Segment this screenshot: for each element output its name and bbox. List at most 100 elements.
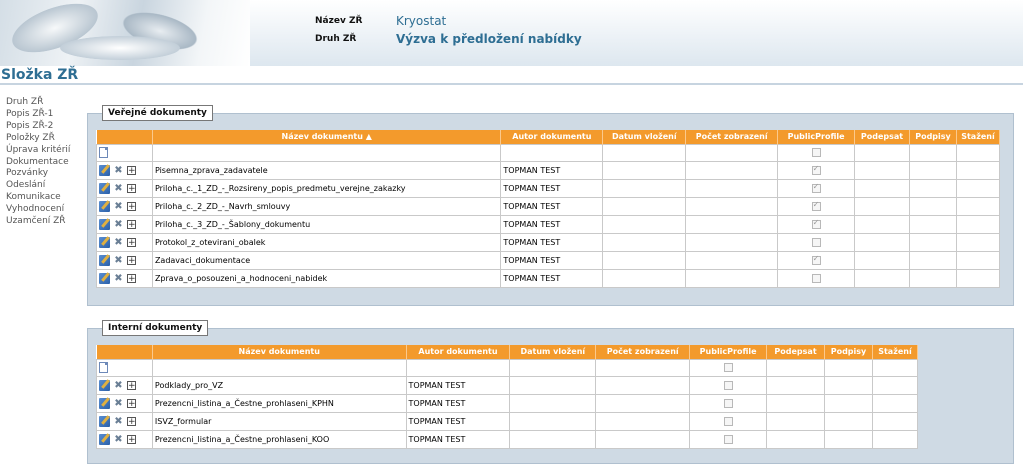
expand-icon[interactable]: + xyxy=(127,434,136,444)
column-header-signatures[interactable]: Podpisy xyxy=(909,130,957,144)
public-profile-checkbox[interactable] xyxy=(723,398,733,408)
column-header-name[interactable]: Název dokumentu ▲ xyxy=(152,130,502,144)
edit-icon[interactable] xyxy=(99,379,110,391)
expand-icon[interactable]: + xyxy=(127,380,136,390)
sidebar-item-dokumentace[interactable]: Dokumentace xyxy=(6,157,86,169)
sidebar-item-uzamceni[interactable]: Uzamčení ZŘ xyxy=(6,216,86,228)
document-views xyxy=(595,411,691,431)
expand-icon[interactable]: + xyxy=(127,416,136,426)
expand-icon[interactable]: + xyxy=(127,219,136,229)
edit-icon[interactable] xyxy=(99,236,110,248)
expand-icon[interactable]: + xyxy=(127,183,136,193)
edit-icon[interactable] xyxy=(99,433,110,445)
document-name[interactable]: Pisemna_zprava_zadavatele xyxy=(151,160,502,180)
delete-icon[interactable]: ✖ xyxy=(113,416,124,427)
public-profile-checkbox[interactable] xyxy=(811,182,821,193)
edit-icon[interactable] xyxy=(99,200,110,212)
public-profile-checkbox[interactable] xyxy=(723,380,733,390)
column-header-name[interactable]: Název dokumentu xyxy=(152,345,407,359)
document-name[interactable]: Podklady_pro_VZ xyxy=(151,375,407,395)
sidebar-item-pozvanky[interactable]: Pozvánky xyxy=(6,168,86,180)
column-header-date[interactable]: Datum vložení xyxy=(602,130,687,144)
delete-icon[interactable]: ✖ xyxy=(113,183,124,194)
table-header-row: Název dokumentu Autor dokumentu Datum vl… xyxy=(96,345,919,359)
expand-icon[interactable]: + xyxy=(127,237,136,247)
column-header-public-profile[interactable]: PublicProfile xyxy=(689,345,768,359)
document-sign xyxy=(854,250,910,270)
delete-icon[interactable]: ✖ xyxy=(113,380,124,391)
expand-icon[interactable]: + xyxy=(127,398,136,408)
row-actions: ✖ + xyxy=(96,429,153,449)
document-author: TOPMAN TEST xyxy=(500,196,604,216)
sidebar-item-popis-1[interactable]: Popis ZŘ-1 xyxy=(6,109,86,121)
public-profile-checkbox[interactable] xyxy=(723,363,733,372)
document-author: TOPMAN TEST xyxy=(500,214,604,234)
expand-icon[interactable]: + xyxy=(127,201,136,211)
column-header-views[interactable]: Počet zobrazení xyxy=(595,345,691,359)
public-profile-checkbox[interactable] xyxy=(723,434,733,444)
edit-icon[interactable] xyxy=(99,272,110,284)
delete-icon[interactable]: ✖ xyxy=(113,398,124,409)
document-name[interactable]: Protokol_z_otevirani_obalek xyxy=(151,232,502,252)
public-profile-checkbox[interactable] xyxy=(811,254,821,265)
edit-icon[interactable] xyxy=(99,254,110,266)
document-name[interactable]: Priloha_c._3_ZD_-_Šablony_dokumentu xyxy=(151,214,502,234)
edit-icon[interactable] xyxy=(99,218,110,230)
column-header-author[interactable]: Autor dokumentu xyxy=(406,345,511,359)
delete-icon[interactable]: ✖ xyxy=(113,434,124,445)
document-name[interactable]: Priloha_c._1_ZD_-_Rozsireny_popis_predme… xyxy=(151,178,502,198)
sidebar-item-odeslani[interactable]: Odeslání xyxy=(6,180,86,192)
document-name[interactable]: Zprava_o_posouzeni_a_hodnoceni_nabidek xyxy=(151,268,502,288)
expand-icon[interactable]: + xyxy=(127,165,136,175)
public-profile-checkbox[interactable] xyxy=(811,148,821,157)
edit-icon[interactable] xyxy=(99,164,110,176)
delete-icon[interactable]: ✖ xyxy=(113,237,124,248)
edit-icon[interactable] xyxy=(99,415,110,427)
expand-icon[interactable]: + xyxy=(127,255,136,265)
column-header-author[interactable]: Autor dokumentu xyxy=(500,130,604,144)
column-header-downloads[interactable]: Stažení xyxy=(956,130,1001,144)
document-name[interactable]: Zadavaci_dokumentace xyxy=(151,250,502,270)
public-profile-checkbox[interactable] xyxy=(811,218,821,229)
column-header-date[interactable]: Datum vložení xyxy=(509,345,597,359)
column-header-sign[interactable]: Podepsat xyxy=(854,130,910,144)
document-name[interactable]: Prezencni_listina_a_Čestne_prohlaseni_KO… xyxy=(151,429,407,449)
sidebar-item-uprava-kriterii[interactable]: Úprava kritérií xyxy=(6,145,86,157)
document-name[interactable]: ISVZ_formular xyxy=(151,411,407,431)
delete-icon[interactable]: ✖ xyxy=(113,165,124,176)
delete-icon[interactable]: ✖ xyxy=(113,219,124,230)
sidebar-item-popis-2[interactable]: Popis ZŘ-2 xyxy=(6,121,86,133)
sidebar-item-polozky[interactable]: Položky ZŘ xyxy=(6,133,86,145)
public-documents-legend: Veřejné dokumenty xyxy=(102,105,213,121)
public-profile-checkbox[interactable] xyxy=(723,416,733,426)
public-profile-checkbox[interactable] xyxy=(811,164,821,175)
sidebar-item-druh[interactable]: Druh ZŘ xyxy=(6,97,86,109)
sidebar-item-komunikace[interactable]: Komunikace xyxy=(6,192,86,204)
public-profile-checkbox[interactable] xyxy=(811,237,821,247)
edit-icon[interactable] xyxy=(99,182,110,194)
row-actions: ✖ + xyxy=(96,411,153,431)
public-profile-checkbox[interactable] xyxy=(811,200,821,211)
sidebar-item-vyhodnoceni[interactable]: Vyhodnocení xyxy=(6,204,86,216)
public-profile-checkbox[interactable] xyxy=(811,273,821,283)
column-header-sign[interactable]: Podepsat xyxy=(766,345,826,359)
delete-icon[interactable]: ✖ xyxy=(113,255,124,266)
expand-icon[interactable]: + xyxy=(127,273,136,283)
new-document-icon[interactable] xyxy=(99,147,108,158)
document-views xyxy=(685,268,779,288)
document-author: TOPMAN TEST xyxy=(405,375,511,395)
document-name[interactable]: Prezencni_listina_a_Čestne_prohlaseni_KP… xyxy=(151,393,407,413)
edit-icon[interactable] xyxy=(99,397,110,409)
document-author: TOPMAN TEST xyxy=(405,411,511,431)
column-header-downloads[interactable]: Stažení xyxy=(872,345,919,359)
column-header-views[interactable]: Počet zobrazení xyxy=(685,130,779,144)
public-profile-cell xyxy=(777,178,856,198)
delete-icon[interactable]: ✖ xyxy=(113,273,124,284)
column-header-signatures[interactable]: Podpisy xyxy=(824,345,873,359)
document-sign xyxy=(854,196,910,216)
document-name[interactable]: Priloha_c._2_ZD_-_Navrh_smlouvy xyxy=(151,196,502,216)
delete-icon[interactable]: ✖ xyxy=(113,201,124,212)
new-document-icon[interactable] xyxy=(99,362,108,373)
column-header-public-profile[interactable]: PublicProfile xyxy=(777,130,856,144)
public-profile-cell xyxy=(689,411,768,431)
